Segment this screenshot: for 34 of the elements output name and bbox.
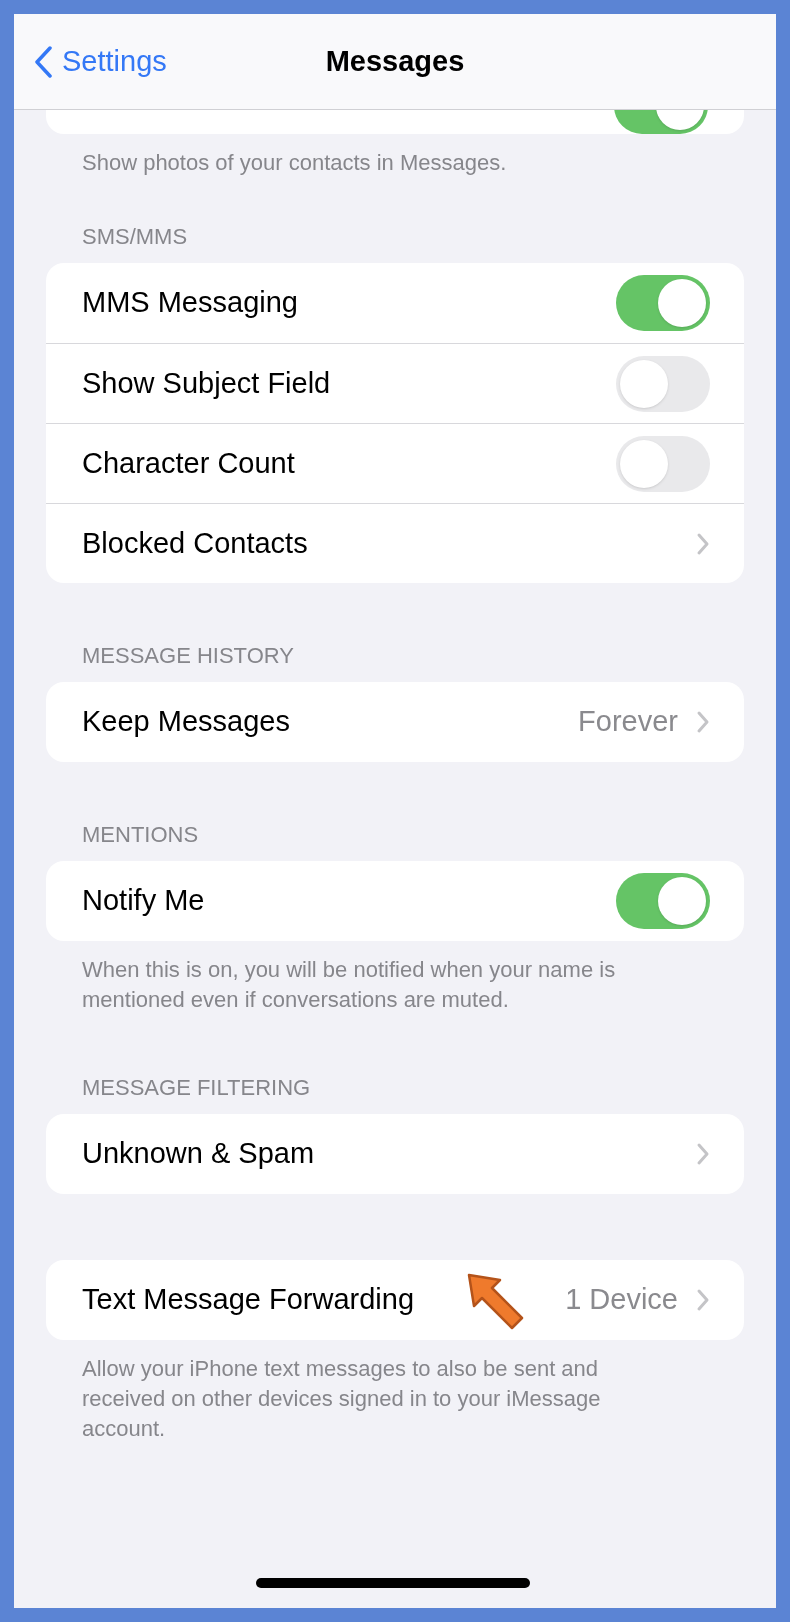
back-button[interactable]: Settings: [14, 39, 167, 84]
chevron-icon: [696, 710, 710, 734]
chevron-icon: [696, 1288, 710, 1312]
row-label: Keep Messages: [82, 704, 290, 740]
toggle-row[interactable]: Notify Me: [46, 861, 744, 941]
toggle-switch[interactable]: [616, 873, 710, 929]
row-label: Show Subject Field: [82, 365, 331, 401]
toggle-row[interactable]: Show Subject Field: [46, 343, 744, 423]
settings-row[interactable]: Unknown & Spam: [46, 1114, 744, 1194]
row-value: 1 Device: [565, 1282, 678, 1318]
section-header: MESSAGE HISTORY: [81, 642, 295, 670]
row-label: Character Count: [82, 445, 295, 481]
chevron-icon: [696, 531, 710, 556]
toggle-switch[interactable]: [616, 275, 710, 331]
row-label: Text Message Forwarding: [82, 1282, 415, 1318]
row-value: Forever: [578, 704, 678, 740]
row-label: Unknown & Spam: [82, 1136, 315, 1172]
section-footer: When this is on, you will be notified when your name is mentioned even if conversations are muted.: [46, 941, 744, 1015]
settings-row[interactable]: Blocked Contacts: [46, 503, 744, 583]
back-chevron-icon: [34, 45, 52, 78]
section-header: MENTIONS: [81, 821, 200, 849]
toggle-row[interactable]: MMS Messaging: [46, 263, 744, 343]
section-header: MESSAGE FILTERING: [81, 1074, 312, 1102]
section-footer: Show photos of your contacts in Messages.: [46, 134, 744, 178]
chevron-icon: [696, 1142, 710, 1166]
row-label: MMS Messaging: [82, 285, 298, 321]
settings-row[interactable]: Text Message Forwarding 1 Device: [46, 1260, 744, 1340]
row-label: Blocked Contacts: [82, 525, 308, 561]
section-footer: Allow your iPhone text messages to also be sent and received on other devices signed in to your iMessage account.: [46, 1340, 744, 1444]
screen-title: Messages: [325, 43, 465, 79]
settings-row[interactable]: Keep Messages Forever: [46, 682, 744, 762]
section-header: SMS/MMS: [81, 223, 189, 251]
row-label: Notify Me: [82, 883, 205, 919]
toggle-row[interactable]: Character Count: [46, 423, 744, 503]
